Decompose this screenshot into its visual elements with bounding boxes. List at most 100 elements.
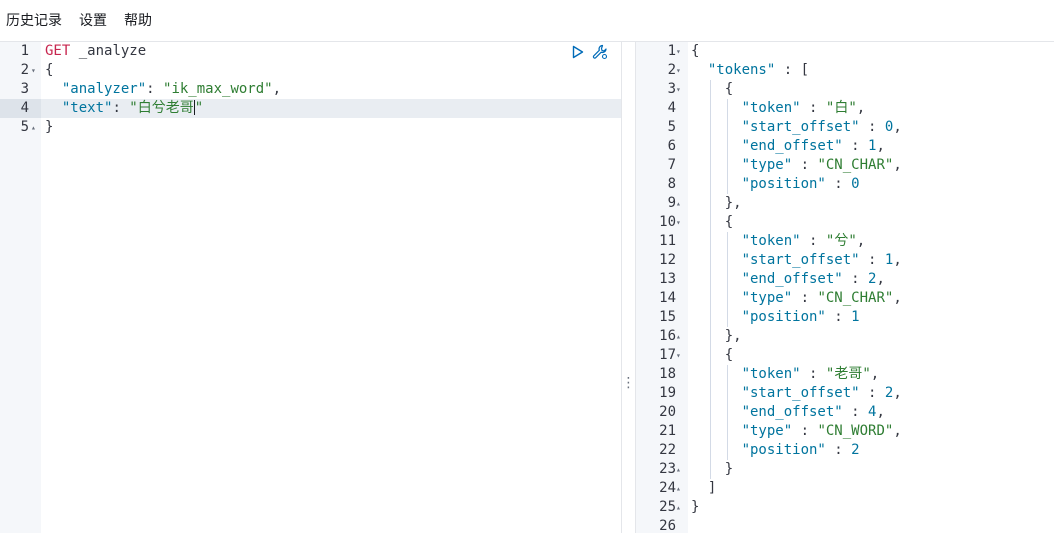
json-number: 1 (851, 309, 860, 325)
json-key: "tokens" (707, 62, 776, 78)
play-icon[interactable] (570, 44, 586, 60)
code-line: 3 "analyzer": "ik_max_word", (0, 80, 621, 99)
json-punctuation: }, (724, 328, 742, 344)
json-key: "type" (741, 157, 793, 173)
json-punctuation: } (691, 499, 700, 515)
code-line: 4 "token" : "白", (636, 99, 1054, 118)
code-line-active: 4 "text": "白兮老哥" (0, 99, 621, 118)
code-line: 26 (636, 517, 1054, 533)
json-punctuation: : (842, 271, 869, 287)
code-line: 16 ▴ }, (636, 327, 1054, 346)
fold-toggle-icon[interactable]: ▴ (31, 118, 36, 137)
fold-toggle-icon[interactable]: ▴ (676, 194, 681, 213)
menu-help[interactable]: 帮助 (124, 0, 152, 42)
line-number: 13 (659, 271, 676, 287)
code-line: 1 GET _analyze (0, 42, 621, 61)
fold-toggle-icon[interactable]: ▾ (676, 213, 681, 232)
code-line: 2 ▾ "tokens" : [ (636, 61, 1054, 80)
json-string: "ik_max_word" (163, 81, 273, 97)
code-line: 6 "end_offset" : 1, (636, 137, 1054, 156)
line-number: 15 (659, 309, 676, 325)
code-line: 20 "end_offset" : 4, (636, 403, 1054, 422)
json-punctuation: } (724, 461, 734, 477)
wrench-icon[interactable] (592, 44, 608, 60)
json-key: "token" (741, 366, 801, 382)
json-punctuation: : (842, 138, 869, 154)
line-number: 4 (667, 100, 676, 116)
menu-bar: 历史记录 设置 帮助 (0, 0, 1054, 42)
fold-toggle-icon[interactable]: ▴ (676, 498, 681, 517)
code-line: 12 "start_offset" : 1, (636, 251, 1054, 270)
json-key: "end_offset" (741, 271, 843, 287)
line-number: 5 (667, 119, 676, 135)
menu-settings[interactable]: 设置 (79, 0, 107, 42)
code-line: 17 ▾ { (636, 346, 1054, 365)
line-number: 4 (0, 99, 41, 118)
json-key: "position" (741, 176, 826, 192)
line-number: 21 (659, 423, 676, 439)
fold-toggle-icon[interactable]: ▾ (676, 42, 681, 61)
code-line: 2 ▾ { (0, 61, 621, 80)
line-number: 20 (659, 404, 676, 420)
json-punctuation: , (876, 138, 885, 154)
json-punctuation: , (893, 290, 902, 306)
fold-toggle-icon[interactable]: ▾ (676, 61, 681, 80)
line-number: 12 (659, 252, 676, 268)
fold-toggle-icon[interactable]: ▾ (676, 346, 681, 365)
fold-toggle-icon[interactable]: ▴ (676, 460, 681, 479)
json-key: "type" (741, 290, 793, 306)
json-punctuation: : (842, 404, 869, 420)
drag-handle-icon[interactable]: ⋮ (622, 376, 636, 390)
json-punctuation: : (800, 366, 826, 382)
request-editor[interactable]: 1 GET _analyze 2 ▾ { 3 "analyzer": "ik_m… (0, 42, 621, 533)
code-line: 1 ▾{ (636, 42, 1054, 61)
json-punctuation: { (724, 214, 734, 230)
json-punctuation: : (825, 309, 852, 325)
code-line: 23 ▴ } (636, 460, 1054, 479)
json-key: "token" (741, 100, 801, 116)
response-lines: 1 ▾ {2 ▾ "tokens" : [3 ▾ {4 "token" : "白", 5 … (636, 42, 1054, 533)
line-number: 6 (667, 138, 676, 154)
code-line: 22 "position" : 2 (636, 441, 1054, 460)
code-line: 14 "type" : "CN_CHAR", (636, 289, 1054, 308)
fold-toggle-icon[interactable]: ▴ (676, 479, 681, 498)
pane-divider[interactable]: ⋮ (621, 42, 636, 533)
json-punctuation: { (724, 347, 734, 363)
code-line: 3 ▾ { (636, 80, 1054, 99)
json-string: "兮" (825, 233, 857, 249)
json-punctuation: : (792, 157, 818, 173)
fold-toggle-icon[interactable]: ▾ (31, 61, 36, 80)
json-punctuation: , (893, 423, 902, 439)
json-punctuation: : (825, 176, 852, 192)
code-line: 13 "end_offset" : 2, (636, 270, 1054, 289)
menu-history[interactable]: 历史记录 (6, 0, 62, 42)
code-line: 19 "start_offset" : 2, (636, 384, 1054, 403)
json-number: 2 (851, 442, 860, 458)
json-punctuation: , (870, 366, 880, 382)
line-number: 14 (659, 290, 676, 306)
json-punctuation: , (893, 385, 902, 401)
line-number: 8 (667, 176, 676, 192)
code-line: 9 ▴ }, (636, 194, 1054, 213)
json-punctuation: , (876, 271, 885, 287)
response-viewer[interactable]: 1 ▾ {2 ▾ "tokens" : [3 ▾ {4 "token" : "白", 5 … (636, 42, 1054, 533)
json-string: "CN_WORD" (817, 423, 894, 439)
line-number: 19 (659, 385, 676, 401)
code-line: 18 "token" : "老哥", (636, 365, 1054, 384)
code-line: 5 "start_offset" : 0, (636, 118, 1054, 137)
code-line: 24 ▴ ] (636, 479, 1054, 498)
json-punctuation: , (893, 119, 902, 135)
fold-toggle-icon[interactable]: ▾ (676, 80, 681, 99)
json-key: "start_offset" (741, 252, 860, 268)
json-punctuation: { (691, 43, 700, 59)
fold-toggle-icon[interactable]: ▴ (676, 327, 681, 346)
json-punctuation: , (893, 157, 902, 173)
json-key: "text" (61, 100, 113, 116)
line-number: 1 (20, 43, 29, 59)
json-number: 0 (851, 176, 860, 192)
json-key: "type" (741, 423, 793, 439)
code-line: 7 "type" : "CN_CHAR", (636, 156, 1054, 175)
json-string: "CN_CHAR" (817, 290, 894, 306)
endpoint: _analyze (78, 43, 147, 59)
json-punctuation: , (856, 100, 866, 116)
